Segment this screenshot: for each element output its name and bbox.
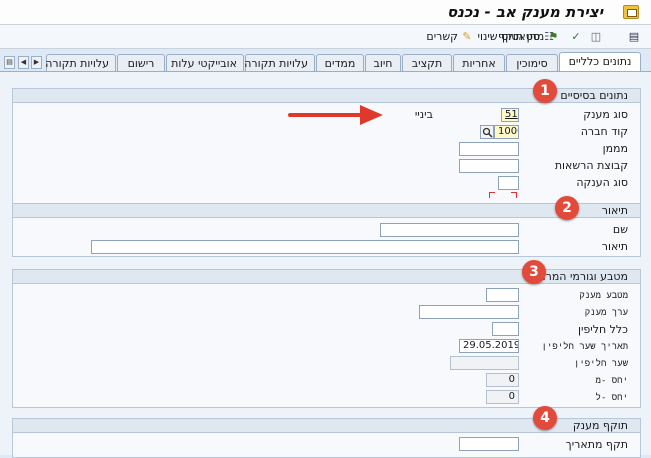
ratio-from-field: 0	[486, 373, 519, 387]
grant-type-label: סוג מענק	[583, 108, 628, 121]
window-title: יצירת מענק אב - נכנס	[446, 3, 603, 21]
description-field[interactable]	[91, 240, 519, 254]
application-toolbar: ✎ קשרים ☷ סטאטוס שינוי ⚑ מתן תוקף ✓ ◫ ▤	[0, 25, 651, 49]
check-icon: ✓	[571, 30, 581, 43]
name-field[interactable]	[380, 223, 519, 237]
grant-value-field[interactable]	[419, 305, 519, 319]
check-icon-button[interactable]: ✓	[570, 29, 582, 45]
tab-billing[interactable]: חיוב	[365, 54, 401, 72]
grant-currency-label: מטבע מענק	[579, 291, 628, 301]
annotation-badge-2: 2	[555, 196, 579, 220]
app-menu-icon[interactable]	[623, 5, 639, 19]
tab-dimensions[interactable]: ממדים	[316, 54, 364, 72]
tab-overhead-costs-2[interactable]: עלויות תקורה	[45, 54, 116, 72]
sponsor-label: מממן	[602, 142, 628, 155]
exchange-rate-label: שער חליפין	[573, 359, 628, 369]
valid-from-label: תקף מתאריך	[565, 438, 628, 451]
exchange-date-field[interactable]: 29.05.2019	[459, 339, 519, 353]
annotation-badge-1: 1	[533, 79, 557, 103]
exchange-date-label: תאריך שער חליפין	[541, 342, 628, 352]
grant-currency-field[interactable]	[486, 288, 519, 302]
layout-icon: ▤	[628, 30, 640, 43]
tab-menu-icon[interactable]: ▤	[4, 56, 15, 69]
search-help-icon[interactable]	[480, 125, 494, 139]
valid-from-field[interactable]	[459, 437, 519, 451]
tab-responsibility[interactable]: אחריות	[453, 54, 505, 72]
award-type-label: סוג הענקה	[576, 176, 628, 189]
grant-type-field[interactable]: 51	[501, 108, 519, 122]
company-code-label: קוד חברה	[580, 125, 628, 138]
document-icon: ◫	[590, 30, 602, 43]
grant-type-text: ביניי	[414, 108, 433, 121]
description-label: תיאור	[601, 240, 628, 253]
tab-overhead-costs[interactable]: עלויות תקורה	[244, 54, 315, 72]
grant-value-label: ערך מענק	[584, 308, 628, 318]
title-bar: יצירת מענק אב - נכנס	[0, 0, 651, 25]
tab-posting[interactable]: רישום	[117, 54, 165, 72]
group-description: תיאור שם תיאור	[12, 203, 641, 257]
group-currency: מטבע וגורמי המרה מטבע מענק ערך מענק כלל …	[12, 269, 641, 408]
tab-scroll-left-icon[interactable]: ◀	[18, 56, 29, 69]
ratio-to-label: יחס -ל	[595, 393, 628, 403]
name-label: שם	[612, 223, 628, 236]
exchange-rate-field	[450, 356, 519, 370]
award-type-field[interactable]	[498, 176, 519, 190]
tab-scroll-right-icon[interactable]: ▶	[31, 56, 42, 69]
tab-strip: ▤ ◀ ▶ עלויות תקורה רישום אובייקטי עלות ע…	[0, 52, 651, 72]
exchange-rule-field[interactable]	[492, 322, 519, 336]
relationships-label: קשרים	[426, 30, 458, 43]
annotation-badge-4: 4	[533, 406, 557, 430]
tab-general-data[interactable]: נתונים כלליים	[559, 52, 641, 72]
annotation-badge-3: 3	[522, 260, 546, 284]
company-code-field[interactable]: 1000	[494, 125, 519, 139]
authorization-group-field[interactable]	[459, 159, 519, 173]
authorization-group-label: קבוצת הרשאות	[554, 159, 628, 172]
tab-references[interactable]: סימוכין	[506, 54, 558, 72]
group-description-title: תיאור	[13, 204, 640, 218]
validate-action[interactable]: ⚑ מתן תוקף	[498, 29, 559, 45]
validate-icon: ⚑	[548, 30, 559, 43]
document-icon-button[interactable]: ◫	[590, 29, 602, 45]
validate-label: מתן תוקף	[498, 30, 545, 43]
relationships-button[interactable]: ✎ קשרים	[426, 29, 473, 45]
relationships-icon: ✎	[462, 30, 472, 43]
sponsor-field[interactable]	[459, 142, 519, 156]
exchange-rule-label: כלל חליפין	[577, 323, 628, 336]
annotation-arrow-icon	[288, 105, 383, 125]
ratio-to-field: 0	[486, 390, 519, 404]
tab-cost-objects[interactable]: אובייקטי עלות	[166, 54, 244, 72]
layout-icon-button[interactable]: ▤	[628, 29, 640, 45]
ratio-from-label: יחס -מ	[595, 376, 628, 386]
tab-budget[interactable]: תקציב	[402, 54, 452, 72]
